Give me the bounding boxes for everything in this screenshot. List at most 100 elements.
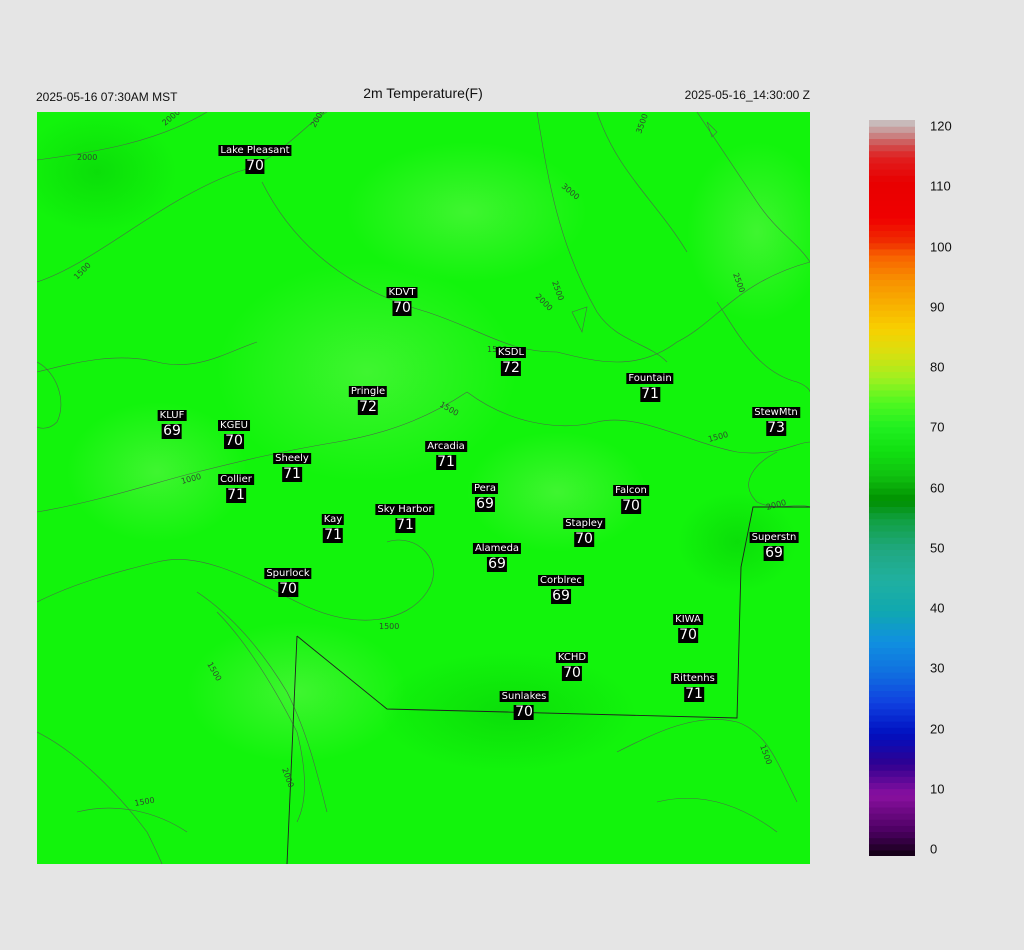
color-bar-segment bbox=[869, 408, 915, 415]
contour-label: 1500 bbox=[379, 622, 399, 631]
station-name: Alameda bbox=[472, 543, 522, 554]
color-bar-segment bbox=[869, 782, 915, 790]
station-marker[interactable]: Fountain 71 bbox=[626, 368, 674, 402]
station-name: Sunlakes bbox=[499, 691, 549, 702]
color-bar-segment bbox=[869, 653, 915, 661]
station-marker[interactable]: KGEU 70 bbox=[218, 415, 250, 449]
color-bar-segment bbox=[869, 371, 915, 379]
color-bar-segment bbox=[869, 359, 915, 366]
color-bar-segment bbox=[869, 212, 915, 219]
color-bar-segment bbox=[869, 132, 915, 139]
color-bar-segment bbox=[869, 837, 915, 845]
station-marker[interactable]: Sunlakes 70 bbox=[499, 686, 549, 720]
color-bar-tick-label: 0 bbox=[930, 841, 938, 857]
station-temperature: 72 bbox=[358, 399, 378, 415]
station-marker[interactable]: Corblrec 69 bbox=[538, 570, 584, 604]
station-name: Lake Pleasant bbox=[218, 145, 292, 156]
color-bar-segment bbox=[869, 665, 915, 673]
color-bar-segment bbox=[869, 377, 915, 385]
station-marker[interactable]: Stapley 70 bbox=[563, 513, 605, 547]
color-bar-segment bbox=[869, 678, 915, 685]
station-temperature: 71 bbox=[226, 487, 246, 503]
color-bar-segment bbox=[869, 567, 915, 575]
station-marker[interactable]: Alameda 69 bbox=[472, 538, 522, 572]
color-bar-segment bbox=[869, 794, 915, 802]
color-bar-tick-label: 40 bbox=[930, 600, 945, 616]
color-bar-segment bbox=[869, 721, 915, 728]
color-bar bbox=[869, 120, 915, 856]
station-marker[interactable]: Superstn 69 bbox=[749, 527, 799, 561]
color-bar-tick-label: 110 bbox=[930, 178, 951, 194]
station-name: KCHD bbox=[555, 652, 589, 663]
color-bar-segment bbox=[869, 702, 915, 710]
color-bar-segment bbox=[869, 402, 915, 409]
color-bar-tick-label: 90 bbox=[930, 299, 945, 315]
station-marker[interactable]: Arcadia 71 bbox=[425, 436, 467, 470]
station-name: Pringle bbox=[348, 386, 388, 397]
color-bar-segment bbox=[869, 481, 915, 489]
station-name: Falcon bbox=[613, 485, 649, 496]
station-name: StewMtn bbox=[752, 407, 800, 418]
station-name: KIWA bbox=[673, 614, 703, 625]
station-marker[interactable]: Spurlock 70 bbox=[264, 563, 312, 597]
station-temperature: 71 bbox=[395, 517, 415, 533]
color-bar-tick-label: 80 bbox=[930, 359, 945, 375]
color-bar-segment bbox=[869, 739, 915, 747]
station-name: Stapley bbox=[563, 518, 605, 529]
color-bar-segment bbox=[869, 389, 915, 397]
color-bar-segment bbox=[869, 205, 915, 213]
station-marker[interactable]: Rittenhs 71 bbox=[671, 668, 717, 702]
station-marker[interactable]: Kay 71 bbox=[321, 509, 345, 543]
color-bar-segment bbox=[869, 451, 915, 458]
color-bar-segment bbox=[869, 537, 915, 544]
station-marker[interactable]: StewMtn 73 bbox=[752, 402, 800, 436]
station-marker[interactable]: KDVT 70 bbox=[386, 282, 418, 316]
color-bar-tick-label: 50 bbox=[930, 540, 945, 556]
color-bar-tick-label: 30 bbox=[930, 660, 945, 676]
color-bar-tick-label: 120 bbox=[930, 118, 952, 134]
color-bar-tick-label: 60 bbox=[930, 480, 945, 495]
station-temperature: 70 bbox=[562, 665, 582, 681]
station-marker[interactable]: KLUF 69 bbox=[157, 405, 187, 439]
color-bar-segment bbox=[869, 242, 915, 250]
color-bar-segment bbox=[869, 310, 915, 317]
color-bar-segment bbox=[869, 622, 915, 630]
station-marker[interactable]: KIWA 70 bbox=[673, 609, 703, 643]
station-name: KLUF bbox=[157, 410, 187, 421]
color-bar-segment bbox=[869, 488, 915, 495]
color-bar-segment bbox=[869, 297, 915, 305]
color-bar-segment bbox=[869, 512, 915, 520]
station-name: Corblrec bbox=[538, 575, 584, 586]
station-temperature: 71 bbox=[282, 466, 302, 482]
station-marker[interactable]: Collier 71 bbox=[218, 469, 254, 503]
color-bar-segment bbox=[869, 573, 915, 581]
station-marker[interactable]: Falcon 70 bbox=[613, 480, 649, 514]
color-bar-segment bbox=[869, 506, 915, 514]
station-marker[interactable]: KCHD 70 bbox=[555, 647, 589, 681]
station-temperature: 70 bbox=[678, 627, 698, 643]
color-bar-segment bbox=[869, 641, 915, 649]
station-temperature: 69 bbox=[764, 545, 784, 561]
color-bar-segment bbox=[869, 432, 915, 440]
station-name: Pera bbox=[471, 483, 499, 494]
color-bar-segment bbox=[869, 849, 915, 856]
color-bar-segment bbox=[869, 304, 915, 311]
color-bar-segment bbox=[869, 524, 915, 532]
color-bar-segment bbox=[869, 708, 915, 716]
station-temperature: 71 bbox=[323, 527, 343, 543]
station-marker[interactable]: KSDL 72 bbox=[495, 342, 527, 376]
station-marker[interactable]: Sheely 71 bbox=[273, 448, 311, 482]
color-bar-segment bbox=[869, 175, 915, 182]
color-bar-segment bbox=[869, 819, 915, 826]
station-marker[interactable]: Pera 69 bbox=[471, 478, 499, 512]
contour-label: 2000 bbox=[77, 153, 97, 162]
color-bar-tick-label: 10 bbox=[930, 781, 945, 797]
color-bar-segment bbox=[869, 273, 915, 281]
station-temperature: 69 bbox=[162, 423, 182, 439]
station-marker[interactable]: Pringle 72 bbox=[348, 381, 388, 415]
station-marker[interactable]: Sky Harbor 71 bbox=[375, 499, 435, 533]
temperature-map[interactable]: 2000200020003000350020002500250015001500… bbox=[37, 112, 810, 864]
station-marker[interactable]: Lake Pleasant 70 bbox=[218, 140, 292, 174]
color-bar-tick-label: 100 bbox=[930, 239, 952, 254]
color-bar-segment bbox=[869, 267, 915, 274]
